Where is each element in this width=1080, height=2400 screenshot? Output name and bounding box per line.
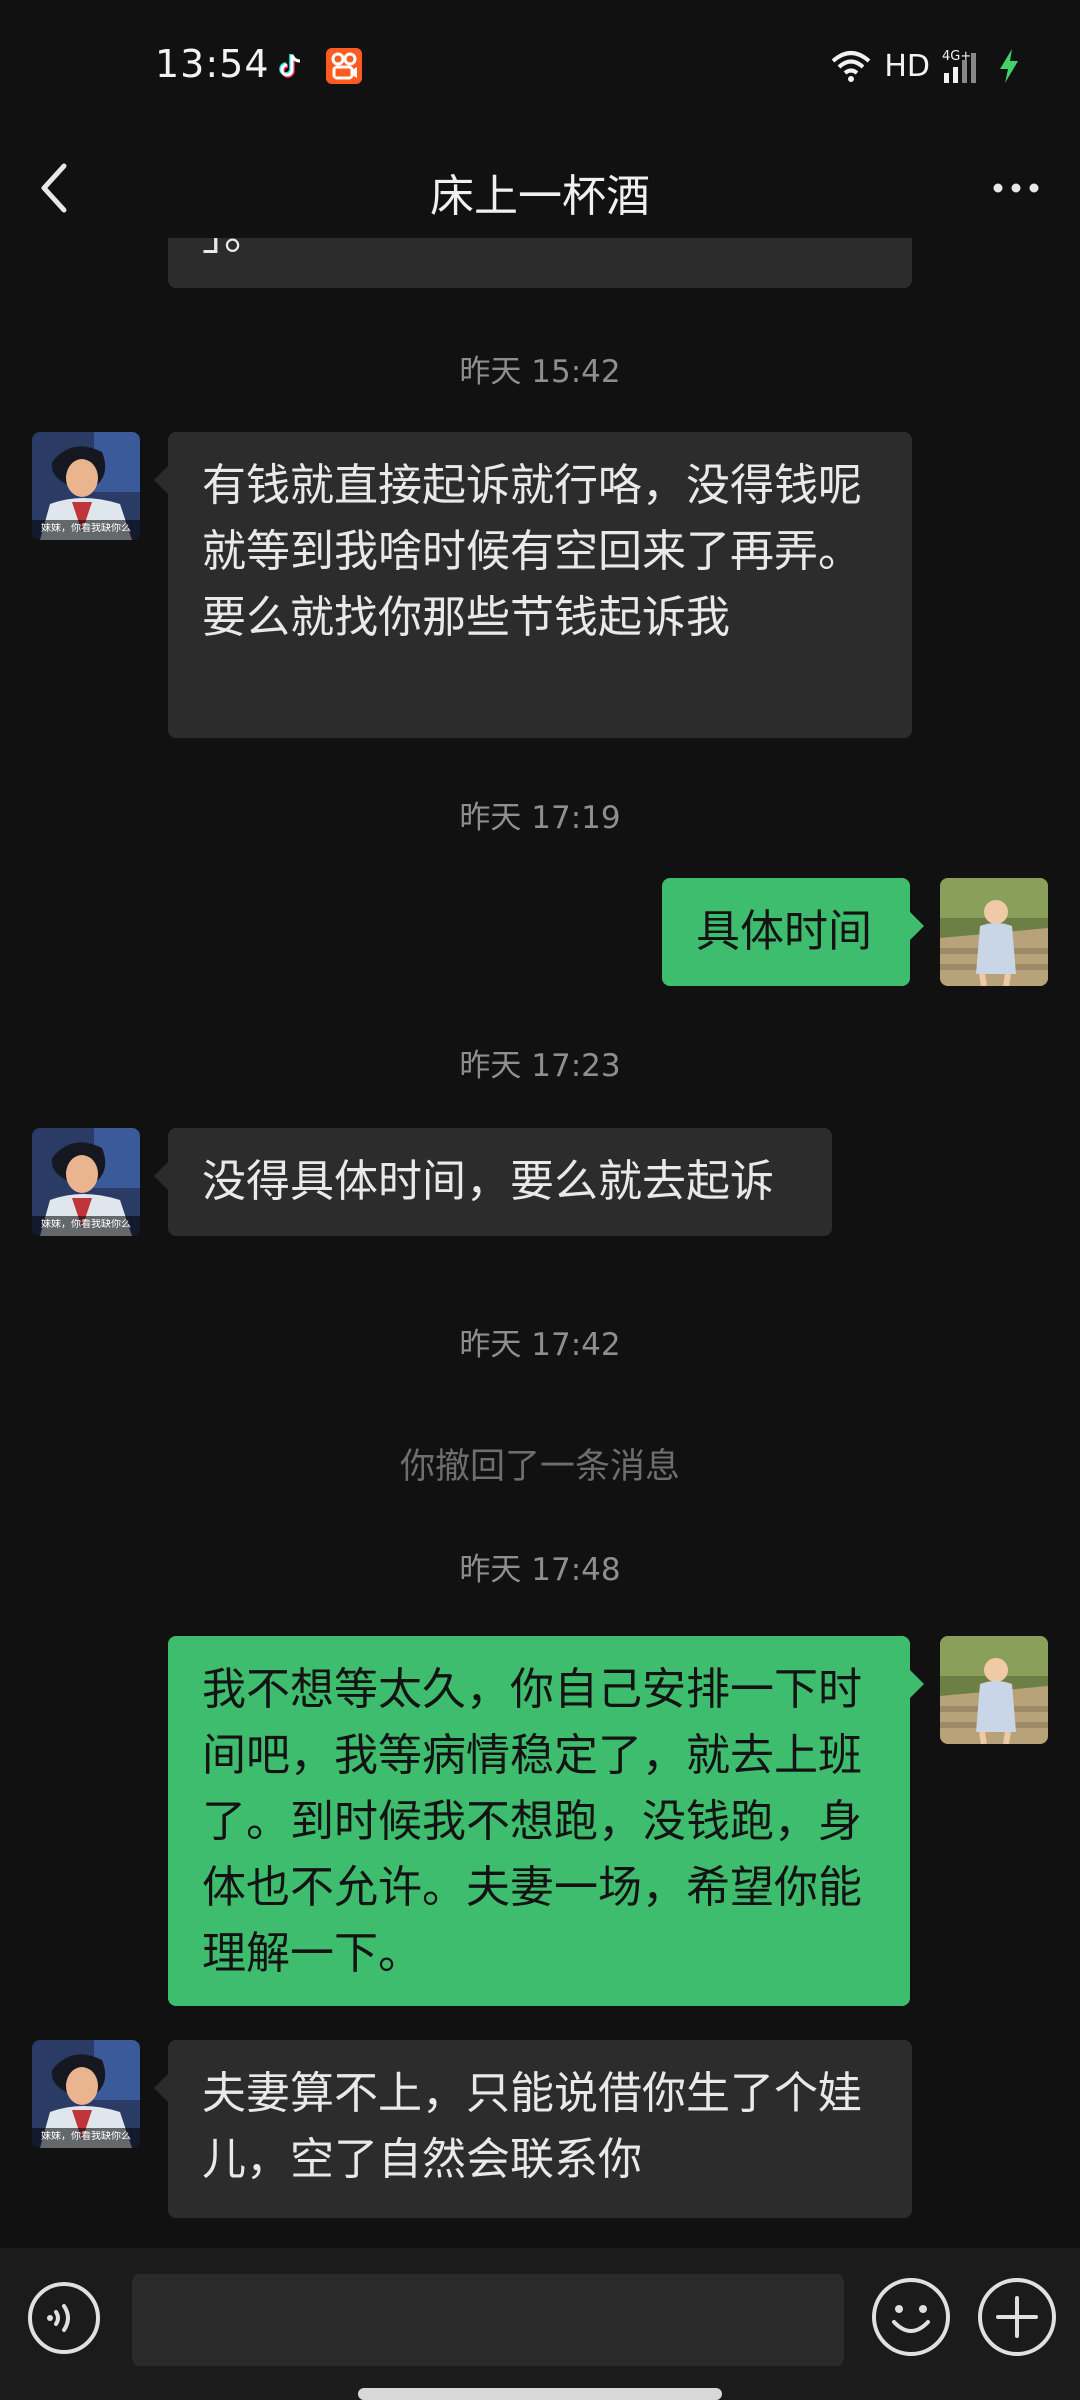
message-input[interactable] [132,2274,844,2366]
chat-header: 床上一杯酒 [0,138,1080,238]
home-indicator[interactable] [358,2388,722,2400]
avatar-caption: 妹妹，你看我缺你么 [41,523,131,534]
signal-icon: 4G+ [942,49,976,83]
message-bubble-incoming[interactable]: 夫妻算不上，只能说借你生了个娃儿，空了自然会联系你 [154,2040,912,2218]
timestamp: 昨天 17:19 [459,800,621,836]
status-indicators: HD 4G+ [830,44,1020,88]
message-bubble-outgoing[interactable]: 我不想等太久，你自己安排一下时间吧，我等病情稳定了，就去上班了。到时候我不想跑，… [168,1636,924,2006]
plus-icon[interactable] [976,2276,1058,2358]
message-bubble-incoming[interactable]: 没得具体时间，要么就去起诉 [154,1128,832,1236]
self-avatar-image [940,1636,1048,1744]
message-text: 没得具体时间，要么就去起诉 [202,1156,774,1207]
tiktok-icon [272,48,308,84]
avatar-caption: 妹妹，你看我缺你么 [41,1219,131,1230]
self-avatar-image [940,878,1048,986]
network-hd-label: HD [884,48,930,84]
timestamp: 昨天 17:42 [459,1327,621,1363]
status-time: 13:54 [155,42,270,86]
message-bubble-incoming[interactable]: 有钱就直接起诉就行咯，没得钱呢就等到我啥时候有空回来了再弄。 要么就找你那些节钱… [154,432,928,738]
avatar-contact[interactable]: 妹妹，你看我缺你么 [32,432,140,540]
status-bar: 13:54 HD 4G+ [0,0,1080,138]
timestamp: 昨天 17:23 [459,1048,621,1084]
recalled-message-note: 你撤回了一条消息 [399,1447,680,1487]
message-text: 」。 [202,238,268,260]
avatar-caption: 妹妹，你看我缺你么 [41,2131,131,2142]
charging-icon [1000,49,1018,83]
timestamp: 昨天 17:48 [459,1552,621,1588]
timestamp: 昨天 15:42 [459,354,621,390]
message-text: 夫妻算不上，只能说借你生了个娃儿，空了自然会联系你 [202,2068,862,2185]
voice-icon[interactable] [26,2280,102,2356]
message-text: 我不想等太久，你自己安排一下时间吧，我等病情稳定了，就去上班了。到时候我不想跑，… [202,1664,862,1979]
chat-title: 床上一杯酒 [430,171,650,222]
emoji-icon[interactable] [870,2276,952,2358]
more-dots-icon[interactable] [986,164,1046,212]
message-input-bar [0,2248,1080,2400]
message-bubble-outgoing[interactable]: 具体时间 [662,878,924,986]
message-text: 有钱就直接起诉就行咯，没得钱呢就等到我啥时候有空回来了再弄。 要么就找你那些节钱… [202,460,928,643]
avatar-self[interactable] [940,1636,1048,1744]
wifi-icon [832,51,871,82]
chat-message-list[interactable]: 」。 昨天 15:42 妹妹，你看我缺你么 有钱就直接起诉就行咯，没得钱呢就等到… [0,238,1080,2230]
avatar-contact[interactable]: 妹妹，你看我缺你么 [32,1128,140,1236]
avatar-self[interactable] [940,878,1048,986]
message-bubble-incoming[interactable]: 」。 [168,238,912,288]
kuaishou-icon [326,48,362,84]
message-text: 具体时间 [696,906,872,957]
avatar-contact[interactable]: 妹妹，你看我缺你么 [32,2040,140,2148]
